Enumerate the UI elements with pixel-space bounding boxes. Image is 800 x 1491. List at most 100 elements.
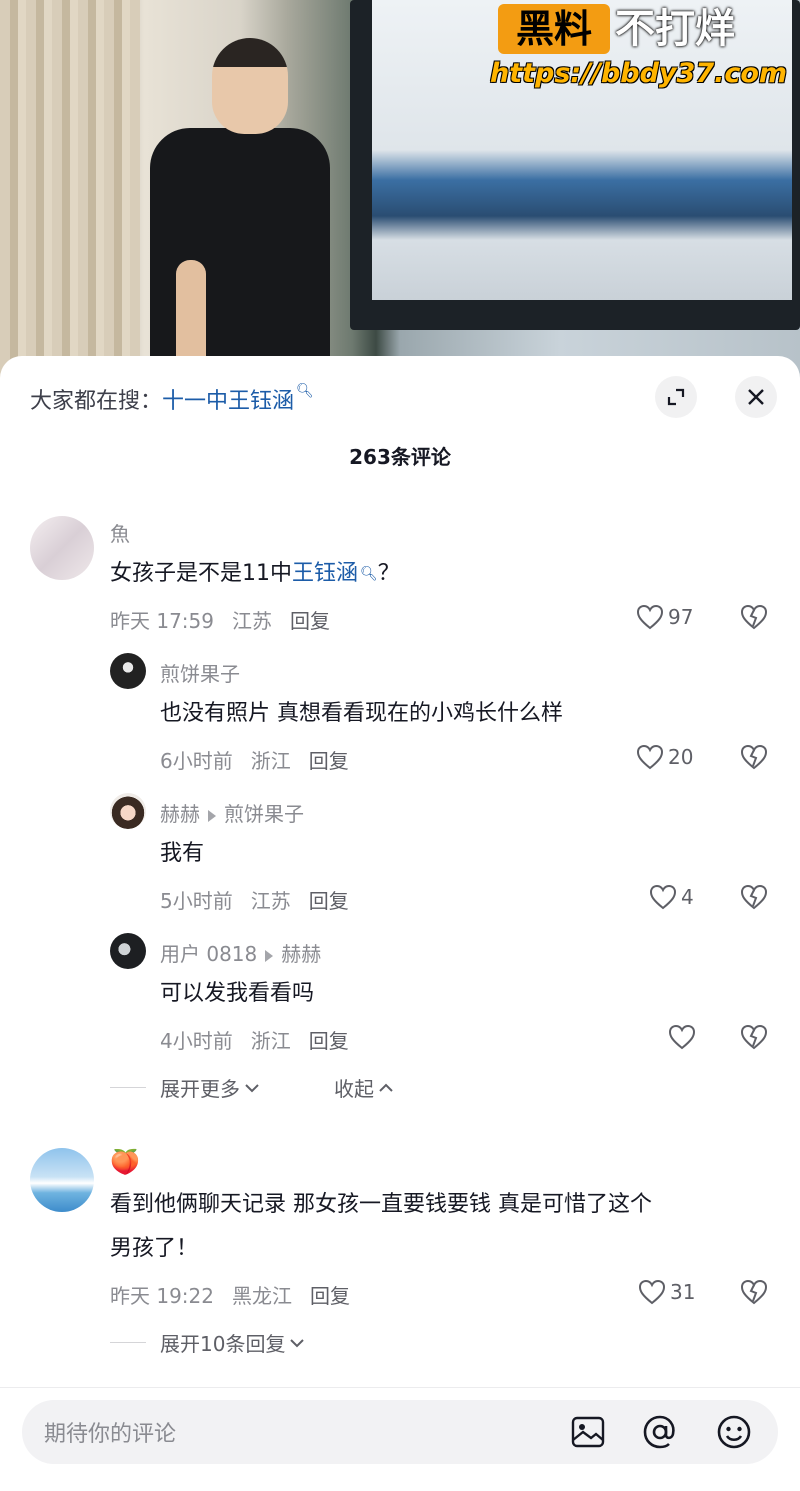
like-button[interactable]: 31 [638,1279,695,1305]
reply-meta: 5小时前 江苏 回复 [160,885,367,914]
comment-author[interactable]: 魚 [110,518,130,547]
image-button[interactable] [568,1412,608,1452]
expand-replies-label: 展开10条回复 [160,1332,286,1356]
close-icon [748,389,764,405]
avatar[interactable] [30,516,94,580]
avatar[interactable] [110,653,146,689]
like-button[interactable]: 4 [649,884,694,910]
avatar[interactable] [110,793,146,829]
reply-time: 5小时前 [160,889,233,913]
watermark-text: 不打烊 [615,6,735,52]
search-suggestion[interactable]: 大家都在搜：十一中王钰涵 🔍︎ [30,383,314,415]
close-button[interactable] [735,376,777,418]
chevron-up-icon [379,1083,393,1092]
watermark-badge: 黑料 [498,4,610,54]
dislike-button[interactable] [740,744,768,774]
like-count: 4 [681,885,694,909]
person-head [212,38,288,134]
comment-time: 昨天 17:59 [110,609,214,633]
emoji-icon [717,1415,751,1449]
reply-to-arrow-icon [265,949,274,962]
at-icon [643,1415,675,1449]
comment-input[interactable]: 期待你的评论 [22,1400,778,1464]
heart-icon [636,744,664,770]
like-button[interactable]: 97 [636,604,693,630]
reply-button[interactable]: 回复 [309,749,349,773]
search-icon: 🔍︎ [296,383,314,399]
like-count: 31 [670,1280,696,1304]
comment-location: 黑龙江 [232,1284,292,1308]
broken-heart-icon [740,604,768,630]
reply-meta: 4小时前 浙江 回复 [160,1025,367,1054]
broken-heart-icon [740,884,768,910]
search-prefix: 大家都在搜： [30,389,163,414]
mention-button[interactable] [640,1412,680,1452]
heart-icon [668,1024,696,1050]
comment-count: 263条评论 [349,445,451,469]
dislike-button[interactable] [740,604,768,634]
reply-text: 也没有照片 真想看看现在的小鸡长什么样 [160,701,563,726]
comment-meta: 昨天 17:59 江苏 回复 [110,605,348,634]
search-icon: 🔍︎ [360,566,378,582]
reply-text: 我有 [160,841,205,866]
reply-author[interactable]: 煎饼果子 [160,658,240,687]
heart-icon [649,884,677,910]
comment-author[interactable]: 🍑 [110,1148,140,1176]
search-term[interactable]: 十一中王钰涵 [162,389,294,414]
comment-text-part: 女孩子是不是11中 [110,561,292,586]
reply-meta: 6小时前 浙江 回复 [160,745,367,774]
comment-text-line: 看到他俩聊天记录 那女孩一直要钱要钱 真是可惜了这个 [110,1192,652,1217]
reply-time: 4小时前 [160,1029,233,1053]
expand-button[interactable] [655,376,697,418]
reply-button[interactable]: 回复 [309,889,349,913]
reply-to-arrow-icon [208,809,216,822]
chevron-down-icon [290,1338,305,1347]
heart-icon [636,604,664,630]
watermark-url: https://bbdy37.com [490,58,788,89]
expand-icon [667,388,685,406]
divider-line [110,1087,146,1088]
reply-button[interactable]: 回复 [310,1284,350,1308]
reply-author-line: 用户 0818 赫赫 [160,938,321,967]
dislike-button[interactable] [740,1279,768,1309]
reply-author[interactable]: 赫赫 [160,802,200,826]
reply-to-user[interactable]: 赫赫 [281,942,321,966]
like-button[interactable] [668,1024,700,1050]
reply-author-line: 赫赫 煎饼果子 [160,798,304,827]
reply-button[interactable]: 回复 [290,609,330,633]
avatar[interactable] [30,1148,94,1212]
comment-meta: 昨天 19:22 黑龙江 回复 [110,1280,368,1309]
heart-icon [638,1279,666,1305]
expand-replies-button[interactable]: 展开10条回复 [110,1328,305,1357]
collapse-button[interactable]: 收起 [334,1073,394,1102]
avatar[interactable] [110,933,146,969]
input-divider [0,1387,800,1388]
emoji-button[interactable] [714,1412,754,1452]
reply-to-user[interactable]: 煎饼果子 [224,802,304,826]
broken-heart-icon [740,744,768,770]
collapse-label: 收起 [334,1077,374,1101]
reply-button[interactable]: 回复 [309,1029,349,1053]
dislike-button[interactable] [740,1024,768,1054]
like-count: 97 [668,605,694,629]
curtain-background [0,0,140,380]
image-icon [571,1416,605,1448]
comment-text-line: 男孩了！ [110,1236,199,1261]
reply-location: 浙江 [250,1029,291,1053]
reply-location: 浙江 [250,749,291,773]
reply-author[interactable]: 用户 0818 [160,942,257,966]
comment-text-part: ？ [377,561,400,586]
comment-highlight-link[interactable]: 王钰涵 [292,561,358,586]
reply-text: 可以发我看看吗 [160,981,315,1006]
video-player[interactable]: 黑料 不打烊 https://bbdy37.com [0,0,800,380]
like-button[interactable]: 20 [636,744,693,770]
comment-time: 昨天 19:22 [110,1284,214,1308]
expand-more-button[interactable]: 展开更多 [110,1073,260,1102]
comment-input-placeholder: 期待你的评论 [44,1422,177,1447]
chevron-down-icon [245,1083,259,1092]
reply-time: 6小时前 [160,749,233,773]
broken-heart-icon [740,1024,768,1050]
dislike-button[interactable] [740,884,768,914]
comment-text: 女孩子是不是11中王钰涵 🔍︎？ [110,552,400,596]
reply-location: 江苏 [250,889,291,913]
